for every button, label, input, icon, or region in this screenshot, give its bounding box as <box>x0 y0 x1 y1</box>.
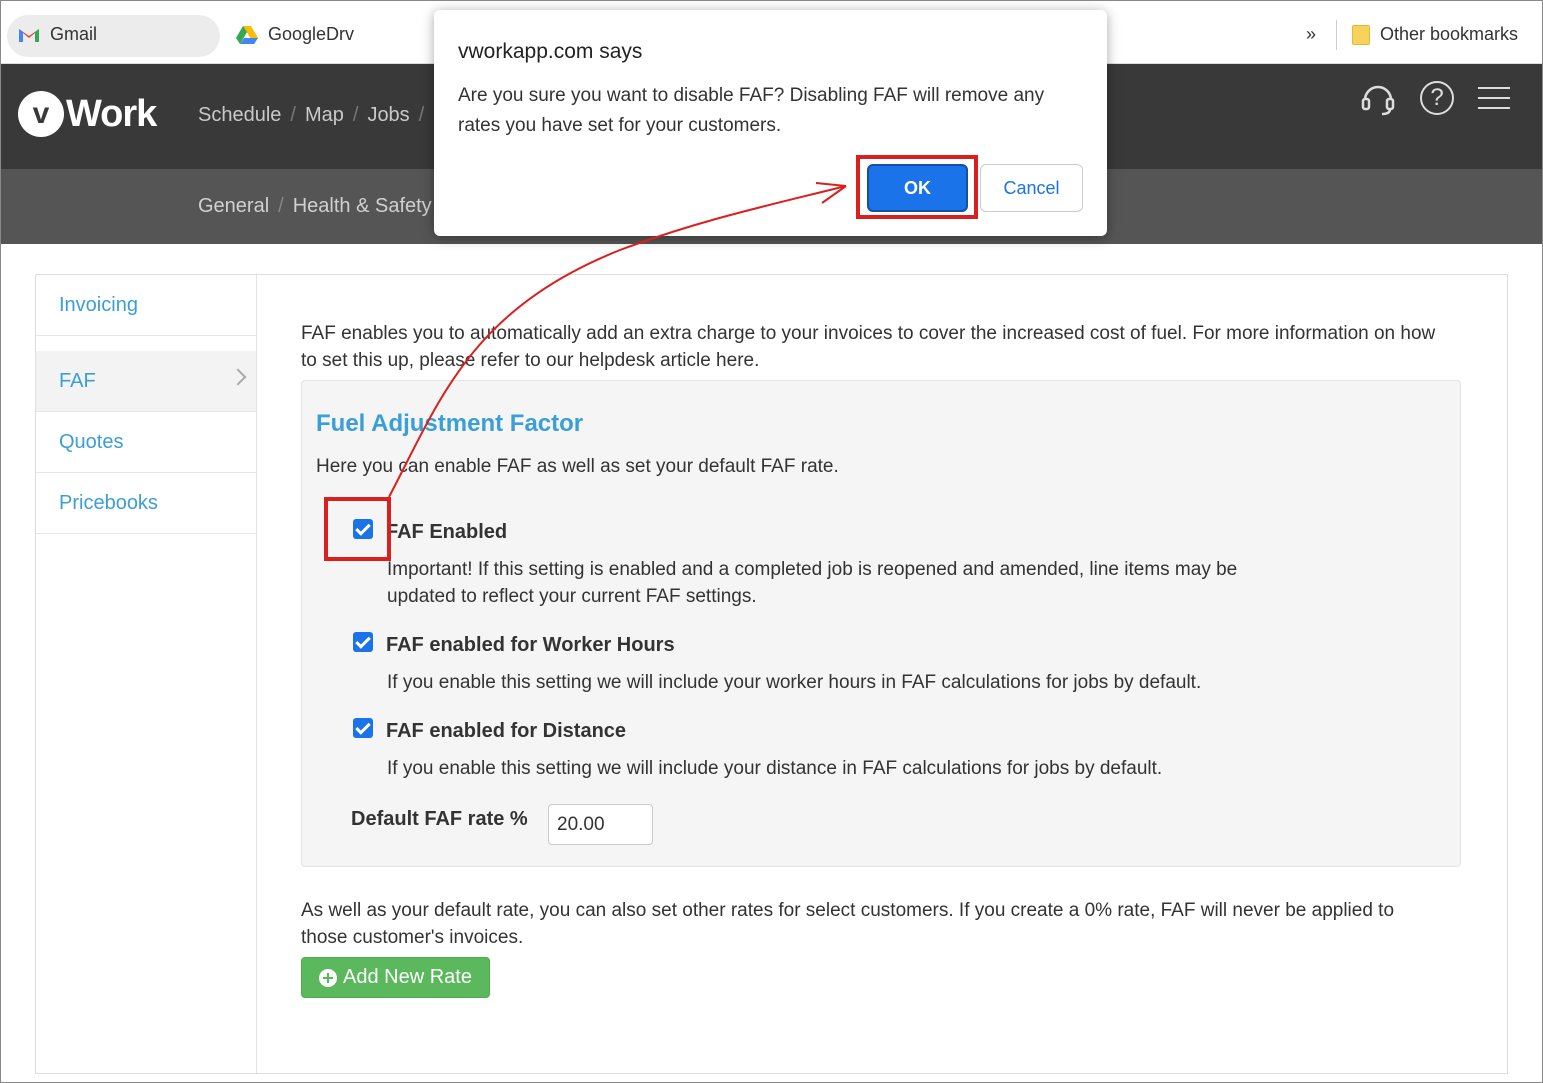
default-rate-input[interactable] <box>548 804 653 845</box>
section-title: Fuel Adjustment Factor <box>316 410 584 437</box>
logo-text: Work <box>66 92 157 135</box>
nav-schedule[interactable]: Schedule <box>198 104 281 127</box>
sidebar-item-pricebooks[interactable]: Pricebooks <box>36 473 256 534</box>
bookmarks-overflow-button[interactable]: » <box>1306 24 1316 45</box>
hamburger-menu-icon[interactable] <box>1478 87 1510 109</box>
vwork-logo[interactable]: v Work <box>18 91 157 137</box>
subnav-general[interactable]: General <box>198 195 269 218</box>
dialog-message: Are you sure you want to disable FAF? Di… <box>458 85 1045 136</box>
custom-rates-text: As well as your default rate, you can al… <box>301 900 1395 948</box>
faf-enabled-description: Important! If this setting is enabled an… <box>387 559 1238 607</box>
bookmark-gmail-label: Gmail <box>50 24 98 44</box>
section-subtitle: Here you can enable FAF as well as set y… <box>316 456 839 477</box>
sidebar-item-invoicing[interactable]: Invoicing <box>36 275 256 336</box>
faf-distance-checkbox[interactable] <box>353 718 373 738</box>
confirm-dialog: vworkapp.com says Are you sure you want … <box>434 10 1107 236</box>
main-nav: Schedule / Map / Jobs / F <box>198 104 445 127</box>
add-new-rate-label: Add New Rate <box>343 966 472 988</box>
logo-mark: v <box>18 91 64 137</box>
faf-intro-text: FAF enables you to automatically add an … <box>301 323 1436 371</box>
sidebar-item-quotes[interactable]: Quotes <box>36 412 256 473</box>
sidebar-item-faf[interactable]: FAF <box>36 351 256 412</box>
dialog-title: vworkapp.com says <box>458 40 643 63</box>
bookmark-googledrv-label: GoogleDrv <box>268 24 355 44</box>
settings-sidebar: Invoicing FAF Quotes Pricebooks <box>36 275 257 1073</box>
sidebar-item-label: Invoicing <box>59 293 138 316</box>
nav-separator: / <box>352 104 359 126</box>
faf-worker-hours-checkbox[interactable] <box>353 632 373 652</box>
plus-circle-icon <box>319 968 338 987</box>
sidebar-item-label: Pricebooks <box>59 491 158 514</box>
dialog-cancel-button[interactable]: Cancel <box>980 164 1083 212</box>
subnav-health-safety[interactable]: Health & Safety <box>293 195 432 218</box>
faf-distance-description: If you enable this setting we will inclu… <box>387 758 1163 779</box>
subnav-separator: / <box>278 195 284 217</box>
google-drive-icon <box>236 25 258 44</box>
faf-worker-hours-description: If you enable this setting we will inclu… <box>387 672 1202 693</box>
bookmark-googledrv[interactable]: GoogleDrv <box>236 24 354 45</box>
bookmark-gmail[interactable]: Gmail <box>18 24 97 45</box>
checkbox-highlight-box <box>324 497 391 561</box>
folder-icon <box>1352 24 1370 45</box>
header-icons: ? <box>1360 80 1510 116</box>
headset-icon[interactable] <box>1360 80 1396 116</box>
sidebar-item-label: FAF <box>59 369 96 392</box>
nav-map[interactable]: Map <box>305 104 344 127</box>
faf-worker-hours-label: FAF enabled for Worker Hours <box>386 634 675 656</box>
add-new-rate-button[interactable]: Add New Rate <box>301 957 490 998</box>
help-icon[interactable]: ? <box>1420 81 1454 115</box>
sidebar-item-label: Quotes <box>59 430 124 453</box>
other-bookmarks-label: Other bookmarks <box>1380 24 1519 44</box>
chevron-right-icon <box>229 368 247 386</box>
ok-highlight-box <box>856 155 978 219</box>
settings-subnav: General / Health & Safety <box>198 195 432 218</box>
nav-jobs[interactable]: Jobs <box>367 104 409 127</box>
faf-distance-label: FAF enabled for Distance <box>386 720 627 742</box>
gmail-icon <box>19 28 39 42</box>
default-rate-label: Default FAF rate % <box>351 808 528 830</box>
nav-separator: / <box>290 104 296 126</box>
bookmarks-divider <box>1336 20 1337 50</box>
faf-enabled-label: FAF Enabled <box>386 521 508 543</box>
nav-separator: / <box>418 104 425 126</box>
other-bookmarks[interactable]: Other bookmarks <box>1352 24 1518 45</box>
faf-settings-box <box>301 380 1461 867</box>
